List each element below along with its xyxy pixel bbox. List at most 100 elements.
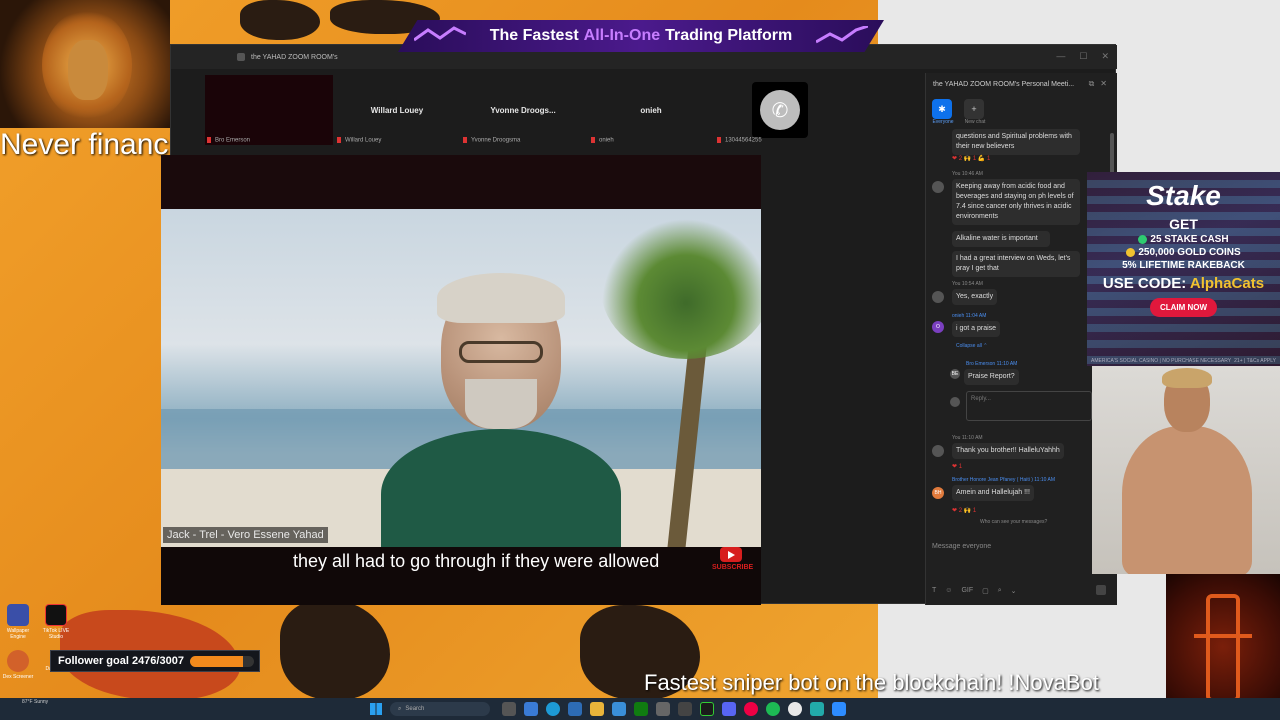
terminal-icon[interactable]: [700, 702, 714, 716]
wallpaper-engine-icon: [7, 604, 29, 626]
stake-offer: 5% LIFETIME RAKEBACK: [1122, 260, 1245, 271]
message-meta: You 10:54 AM: [952, 281, 983, 287]
participant-tile-phone[interactable]: ✆: [752, 82, 808, 138]
taskbar-search[interactable]: ⌕ Search: [390, 702, 490, 716]
search-placeholder: Search: [405, 706, 425, 712]
avatar: [932, 181, 944, 193]
gif-icon[interactable]: GIF: [961, 587, 973, 595]
weather-widget[interactable]: 87°F Sunny: [22, 698, 48, 706]
format-icon[interactable]: T: [932, 587, 936, 595]
participant-name: onieh: [640, 105, 662, 115]
close-icon[interactable]: ✕: [1101, 51, 1109, 62]
chat-header: the YAHAD ZOOM ROOM's Personal Meeti... …: [926, 73, 1117, 95]
search-icon: ⌕: [398, 705, 402, 712]
app-icon[interactable]: [678, 702, 692, 716]
lion-face: [68, 40, 108, 100]
zoom-window-title: the YAHAD ZOOM ROOM's: [251, 53, 338, 61]
windows-start-icon[interactable]: [370, 703, 382, 715]
participant-tile[interactable]: onieh: [591, 75, 711, 145]
participant-tile[interactable]: Willard Louey: [337, 75, 457, 145]
desktop-icon-wallpaper-engine[interactable]: Wallpaper Engine: [0, 604, 36, 640]
chat-message-list[interactable]: questions and Spiritual problems with th…: [926, 129, 1110, 533]
reply-input[interactable]: Reply...: [966, 391, 1092, 421]
follower-goal-widget: Follower goal 2476/3007: [50, 650, 260, 672]
chat-message: Yes, exactly: [952, 289, 998, 305]
popout-icon[interactable]: ⧉: [1089, 79, 1095, 89]
screenshot-icon[interactable]: ⌕: [998, 587, 1002, 595]
tab-new-chat[interactable]: + New chat: [964, 99, 986, 125]
tab-label: New chat: [964, 119, 986, 125]
desktop-icon-label: Dex Screener: [2, 674, 34, 680]
file-explorer-icon[interactable]: [590, 702, 604, 716]
zoom-window[interactable]: the YAHAD ZOOM ROOM's — ☐ ✕ Bro Emerson …: [161, 44, 1117, 605]
avatar: [932, 445, 944, 457]
message-reactions[interactable]: ❤ 2 🙌 1: [952, 507, 976, 514]
chat-close-icon[interactable]: ✕: [1100, 79, 1107, 89]
xbox-icon[interactable]: [634, 702, 648, 716]
subscribe-button[interactable]: SUBSCRIBE: [712, 547, 754, 577]
minimize-icon[interactable]: —: [1056, 51, 1065, 62]
message-meta: You 11:10 AM: [952, 435, 983, 441]
copilot-icon[interactable]: [524, 702, 538, 716]
subscribe-label: SUBSCRIBE: [712, 564, 754, 571]
chat-message: Amein and Hallelujah !!!: [952, 485, 1034, 501]
chrome-icon[interactable]: [788, 702, 802, 716]
visibility-hint[interactable]: Who can see your messages?: [980, 519, 1047, 525]
participant-tile[interactable]: [205, 75, 333, 145]
video-background-scene: [161, 209, 761, 547]
stake-ad[interactable]: Stake GET 25 STAKE CASH 250,000 GOLD COI…: [1087, 172, 1280, 366]
spotify-icon[interactable]: [766, 702, 780, 716]
chat-message: Keeping away from acidic food and bevera…: [952, 179, 1080, 225]
mic-muted-icon: [337, 137, 341, 143]
follower-goal-text: Follower goal 2476/3007: [58, 655, 184, 667]
participant-label: Yvonne Droogsma: [463, 137, 520, 144]
desktop-icon-tiktok-live[interactable]: TikTok LIVE Studio: [38, 604, 74, 640]
chat-title: the YAHAD ZOOM ROOM's Personal Meeti...: [933, 80, 1075, 88]
dex-icon: [7, 650, 29, 672]
promo-accent-text: All-In-One: [583, 27, 661, 44]
app-icon[interactable]: [810, 702, 824, 716]
emoji-icon[interactable]: ☺: [945, 587, 952, 595]
message-meta: Bro Emerson 11:10 AM: [966, 361, 1018, 367]
mic-muted-icon: [591, 137, 595, 143]
youtube-icon: [720, 547, 742, 562]
participant-label: 13044564255: [717, 137, 762, 144]
chat-composer[interactable]: Message everyone: [926, 543, 1110, 550]
tiktok-icon: [45, 604, 67, 626]
collapse-all-link[interactable]: Collapse all ⌃: [956, 343, 987, 349]
zigzag-icon: [414, 26, 466, 42]
composer-toolbar: T ☺ GIF ▢ ⌕ ⌄: [932, 587, 1017, 595]
more-icon[interactable]: ⌄: [1011, 587, 1017, 595]
stake-fine-print: AMERICA'S SOCIAL CASINO | NO PURCHASE NE…: [1091, 358, 1276, 364]
speaker-hair: [437, 273, 565, 323]
composer-placeholder: Message everyone: [932, 543, 992, 550]
photos-icon[interactable]: [612, 702, 626, 716]
taskbar: 87°F Sunny ⌕ Search: [0, 698, 1280, 720]
speaker-beard: [465, 379, 537, 429]
participant-label: Bro Emerson: [207, 137, 250, 144]
chat-message: Praise Report?: [964, 369, 1019, 385]
edge-icon[interactable]: [546, 702, 560, 716]
store-icon[interactable]: [568, 702, 582, 716]
participant-tile[interactable]: Yvonne Droogs...: [463, 75, 583, 145]
maximize-icon[interactable]: ☐: [1079, 51, 1087, 62]
message-reactions[interactable]: ❤ 1: [952, 463, 962, 470]
participant-name: Yvonne Droogs...: [490, 105, 556, 115]
message-reactions[interactable]: ❤ 2 🙌 1 💪 1: [952, 155, 990, 162]
active-speaker-video[interactable]: Jack - Trel - Vero Essene Yahad they all…: [161, 155, 761, 605]
wallpaper-shape: [280, 600, 390, 700]
file-icon[interactable]: ▢: [982, 587, 989, 595]
task-view-icon[interactable]: [502, 702, 516, 716]
claim-now-button[interactable]: CLAIM NOW: [1149, 298, 1218, 317]
message-meta: onieh 11:04 AM: [952, 313, 987, 319]
desktop-icon-dex-screener[interactable]: Dex Screener: [0, 650, 36, 680]
tab-everyone[interactable]: ✱ Everyone: [932, 99, 954, 125]
zoom-icon[interactable]: [832, 702, 846, 716]
settings-icon[interactable]: [656, 702, 670, 716]
obs-icon[interactable]: [744, 702, 758, 716]
plus-icon: +: [964, 99, 984, 119]
mic-muted-icon: [207, 137, 211, 143]
discord-icon[interactable]: [722, 702, 736, 716]
send-button[interactable]: [1096, 585, 1106, 595]
chat-message: Thank you brother!! HalleluYahhh: [952, 443, 1064, 459]
